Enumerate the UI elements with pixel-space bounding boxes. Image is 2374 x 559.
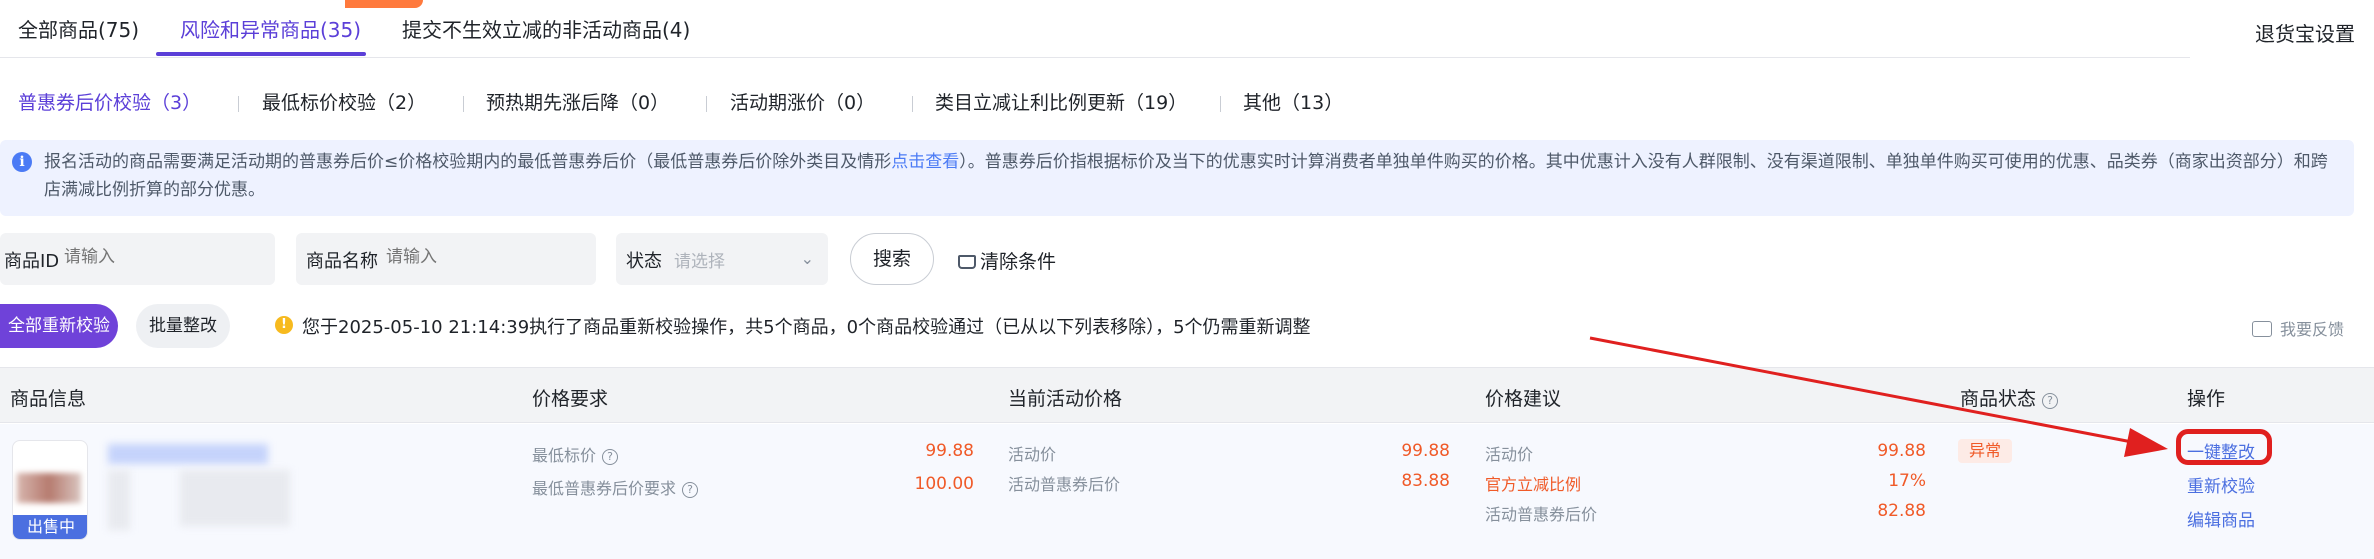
- active-tab-indicator: [156, 52, 366, 56]
- subtab-preheat-check[interactable]: 预热期先涨后降（0）: [486, 88, 669, 115]
- official-discount-ratio-value: 17%: [1888, 471, 1926, 491]
- on-sale-badge: 出售中: [13, 515, 87, 539]
- message-icon: [2252, 321, 2272, 337]
- product-meta-redacted: [108, 470, 130, 530]
- subtab-coupon-price-check[interactable]: 普惠券后价校验（3）: [18, 88, 201, 115]
- min-list-price-value: 99.88: [925, 441, 974, 461]
- feedback-link[interactable]: 我要反馈: [2252, 316, 2344, 340]
- subtab-min-price-check[interactable]: 最低标价校验（2）: [262, 88, 426, 115]
- help-icon[interactable]: ?: [2042, 393, 2059, 409]
- warning-icon: !: [275, 316, 293, 334]
- clear-filters-button[interactable]: 清除条件: [958, 247, 1056, 274]
- chevron-down-icon: ⌄: [800, 249, 814, 268]
- subtab-divider: [238, 96, 239, 112]
- header-current-price: 当前活动价格: [1008, 388, 1123, 410]
- subtab-price-rise-check[interactable]: 活动期涨价（0）: [730, 88, 875, 115]
- status-badge: 异常: [1958, 439, 2012, 463]
- product-name-filter[interactable]: 商品名称: [296, 233, 596, 285]
- recheck-all-button[interactable]: 全部重新校验: [0, 304, 118, 348]
- clear-icon: [958, 255, 976, 269]
- info-icon: i: [12, 152, 32, 172]
- min-list-price-label: 最低标价?: [532, 442, 619, 466]
- header-product-status: 商品状态?: [1960, 384, 2059, 411]
- product-id-filter[interactable]: 商品ID: [0, 233, 275, 285]
- product-id-label: 商品ID: [4, 251, 60, 272]
- subtab-category-discount-update[interactable]: 类目立减让利比例更新（19）: [935, 88, 1187, 115]
- header-product-info: 商品信息: [10, 388, 87, 410]
- suggested-activity-price-label: 活动价: [1485, 445, 1534, 464]
- current-coupon-price-value: 83.88: [1401, 471, 1450, 491]
- batch-fix-button[interactable]: 批量整改: [136, 304, 230, 348]
- product-thumbnail[interactable]: 出售中: [12, 440, 88, 540]
- subtab-divider: [1220, 96, 1221, 112]
- view-exceptions-link[interactable]: 点击查看: [891, 152, 959, 172]
- subtab-divider: [463, 96, 464, 112]
- header-price-suggestion: 价格建议: [1485, 388, 1562, 410]
- header-operation: 操作: [2187, 388, 2226, 410]
- suggested-coupon-price-value: 82.88: [1877, 501, 1926, 521]
- search-button[interactable]: 搜索: [850, 233, 934, 285]
- official-discount-ratio-label: 官方立减比例: [1485, 475, 1582, 494]
- product-name-input[interactable]: [386, 247, 576, 267]
- table-row: [0, 424, 2374, 559]
- current-activity-price-value: 99.88: [1401, 441, 1450, 461]
- annotation-highlight-box: [2176, 429, 2272, 465]
- product-title-redacted[interactable]: [108, 444, 268, 464]
- tab-risk-products[interactable]: 风险和异常商品(35): [180, 14, 361, 43]
- status-select[interactable]: 请选择: [674, 247, 725, 272]
- product-name-label: 商品名称: [306, 251, 378, 272]
- header-price-requirement: 价格要求: [532, 388, 609, 410]
- new-badge: [345, 0, 423, 8]
- tab-all-products[interactable]: 全部商品(75): [18, 14, 139, 43]
- product-meta-redacted: [180, 470, 290, 526]
- top-tab-bar: 全部商品(75) 风险和异常商品(35) 提交不生效立减的非活动商品(4): [0, 0, 2190, 58]
- help-icon[interactable]: ?: [602, 449, 619, 465]
- current-activity-price-label: 活动价: [1008, 445, 1057, 464]
- notice-text: 报名活动的商品需要满足活动期的普惠券后价≤价格校验期内的最低普惠券后价（最低普惠…: [44, 152, 2328, 200]
- status-filter[interactable]: 状态 请选择 ⌄: [616, 233, 828, 285]
- recheck-result-message: 您于2025-05-10 21:14:39执行了商品重新校验操作，共5个商品，0…: [302, 317, 1311, 338]
- min-coupon-price-label: 最低普惠券后价要求?: [532, 475, 699, 499]
- subtab-divider: [706, 96, 707, 112]
- current-coupon-price-label: 活动普惠券后价: [1008, 475, 1121, 494]
- suggested-coupon-price-label: 活动普惠券后价: [1485, 505, 1598, 524]
- tab-ineffective-products[interactable]: 提交不生效立减的非活动商品(4): [402, 14, 690, 43]
- info-notice: i 报名活动的商品需要满足活动期的普惠券后价≤价格校验期内的最低普惠券后价（最低…: [0, 140, 2354, 216]
- min-coupon-price-value: 100.00: [914, 474, 974, 494]
- product-id-input[interactable]: [64, 247, 254, 267]
- table-header: 商品信息 价格要求 当前活动价格 价格建议 商品状态? 操作: [0, 367, 2374, 423]
- product-image: [17, 473, 81, 503]
- recheck-link[interactable]: 重新校验: [2187, 472, 2255, 497]
- help-icon[interactable]: ?: [682, 482, 699, 498]
- subtab-divider: [912, 96, 913, 112]
- edit-product-link[interactable]: 编辑商品: [2187, 506, 2255, 531]
- subtab-other[interactable]: 其他（13）: [1243, 88, 1343, 115]
- status-label: 状态: [626, 251, 662, 272]
- suggested-activity-price-value: 99.88: [1877, 441, 1926, 461]
- return-insurance-settings-link[interactable]: 退货宝设置: [2255, 18, 2355, 47]
